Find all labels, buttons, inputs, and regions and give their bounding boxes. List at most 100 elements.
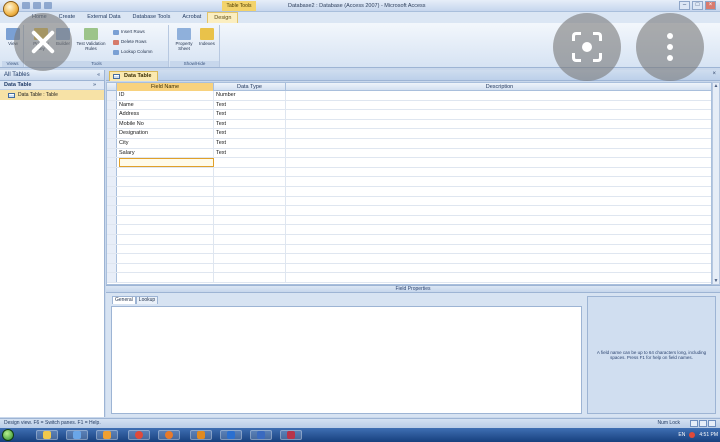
description-cell[interactable] xyxy=(286,187,711,196)
row-selector[interactable] xyxy=(107,110,117,119)
row-selector[interactable] xyxy=(107,215,117,225)
field-name-cell[interactable]: Salary xyxy=(119,148,214,158)
row-selector[interactable] xyxy=(107,177,117,186)
minimize-button[interactable]: – xyxy=(679,1,690,10)
select-all-corner[interactable] xyxy=(107,83,117,91)
table-row[interactable]: Salary Text xyxy=(107,148,711,159)
row-selector[interactable] xyxy=(107,263,117,273)
field-name-cell[interactable]: City xyxy=(119,138,214,148)
description-cell[interactable] xyxy=(286,91,711,100)
tab-data-table[interactable]: Data Table xyxy=(109,71,159,81)
data-type-cell[interactable]: Text xyxy=(214,129,286,138)
pivot-view-icon[interactable] xyxy=(699,420,707,427)
chevron-icon[interactable]: » xyxy=(93,81,96,90)
description-cell[interactable] xyxy=(286,206,711,215)
description-cell[interactable] xyxy=(286,254,711,263)
field-name-cell[interactable] xyxy=(119,196,214,206)
table-row[interactable] xyxy=(107,196,711,207)
table-row[interactable] xyxy=(107,215,711,226)
field-name-cell[interactable] xyxy=(119,273,214,282)
test-validation-rules-button[interactable]: Test Validation Rules xyxy=(73,28,109,51)
field-name-cell[interactable] xyxy=(119,263,214,273)
taskbar-firefox[interactable] xyxy=(158,430,180,440)
data-type-cell[interactable] xyxy=(214,215,286,225)
field-name-cell[interactable] xyxy=(119,167,214,177)
field-name-cell[interactable] xyxy=(119,225,214,234)
maximize-button[interactable]: □ xyxy=(692,1,703,10)
design-view-icon[interactable] xyxy=(708,420,716,427)
field-name-cell[interactable]: Mobile No xyxy=(119,119,214,129)
table-row[interactable] xyxy=(107,273,711,283)
redo-icon[interactable] xyxy=(44,2,52,9)
row-selector[interactable] xyxy=(107,100,117,110)
taskbar-explorer[interactable] xyxy=(36,430,58,440)
row-selector[interactable] xyxy=(107,244,117,254)
table-row[interactable]: Mobile No Text xyxy=(107,119,711,130)
data-type-cell[interactable] xyxy=(214,196,286,206)
taskbar-chrome[interactable] xyxy=(128,430,150,440)
table-row[interactable]: Address Text xyxy=(107,110,711,120)
table-row[interactable]: City Text xyxy=(107,138,711,149)
row-selector[interactable] xyxy=(107,225,117,234)
table-row[interactable] xyxy=(107,263,711,274)
overlay-close-button[interactable] xyxy=(14,13,72,71)
row-selector[interactable] xyxy=(107,138,117,148)
tab-design[interactable]: Design xyxy=(207,12,239,23)
taskbar-access[interactable] xyxy=(280,430,302,440)
scroll-up-icon[interactable]: ▲ xyxy=(713,83,719,89)
row-selector[interactable] xyxy=(107,91,117,100)
description-cell[interactable] xyxy=(286,139,711,148)
close-button[interactable]: × xyxy=(705,1,716,10)
description-cell[interactable] xyxy=(286,225,711,234)
tab-database-tools[interactable]: Database Tools xyxy=(127,12,177,23)
field-name-cell[interactable] xyxy=(119,158,214,167)
description-cell[interactable] xyxy=(286,149,711,158)
row-selector[interactable] xyxy=(107,186,117,196)
table-row[interactable] xyxy=(107,244,711,255)
data-type-cell[interactable]: Text xyxy=(214,119,286,129)
data-type-cell[interactable] xyxy=(214,158,286,167)
office-button[interactable] xyxy=(3,1,19,17)
data-type-cell[interactable] xyxy=(214,244,286,254)
description-cell[interactable] xyxy=(286,120,711,129)
row-selector[interactable] xyxy=(107,273,117,282)
table-row[interactable] xyxy=(107,234,711,245)
field-name-cell[interactable]: ID xyxy=(119,91,214,100)
field-name-cell[interactable] xyxy=(119,244,214,254)
overlay-more-button[interactable] xyxy=(636,13,704,81)
scroll-down-icon[interactable]: ▼ xyxy=(713,278,719,284)
description-cell[interactable] xyxy=(286,197,711,206)
undo-icon[interactable] xyxy=(33,2,41,9)
save-icon[interactable] xyxy=(22,2,30,9)
row-selector[interactable] xyxy=(107,206,117,215)
description-cell[interactable] xyxy=(286,129,711,138)
table-row[interactable] xyxy=(107,158,711,168)
data-type-cell[interactable]: Text xyxy=(214,138,286,148)
description-cell[interactable] xyxy=(286,273,711,282)
tab-general[interactable]: General xyxy=(112,296,136,304)
row-selector[interactable] xyxy=(107,196,117,206)
taskbar-media[interactable] xyxy=(96,430,118,440)
table-row[interactable] xyxy=(107,254,711,264)
data-type-cell[interactable] xyxy=(214,177,286,186)
taskbar-illustrator[interactable] xyxy=(190,430,212,440)
start-button[interactable] xyxy=(2,429,14,441)
table-row[interactable] xyxy=(107,206,711,216)
data-type-cell[interactable]: Text xyxy=(214,100,286,110)
field-name-cell[interactable] xyxy=(119,254,214,263)
data-type-cell[interactable]: Number xyxy=(214,91,286,100)
field-name-cell[interactable] xyxy=(119,215,214,225)
tab-lookup[interactable]: Lookup xyxy=(135,296,159,304)
nav-item-data-table[interactable]: Data Table : Table xyxy=(0,90,104,100)
clock[interactable]: 4:51 PM xyxy=(699,428,718,442)
data-type-cell[interactable] xyxy=(214,273,286,282)
field-name-cell[interactable]: Name xyxy=(119,100,214,110)
overlay-lens-button[interactable] xyxy=(553,13,621,81)
description-cell[interactable] xyxy=(286,177,711,186)
insert-rows-button[interactable]: Insert Rows xyxy=(113,28,145,36)
data-type-cell[interactable] xyxy=(214,186,286,196)
table-row[interactable] xyxy=(107,167,711,178)
taskbar-photoshop[interactable] xyxy=(220,430,242,440)
property-sheet-button[interactable]: Property Sheet xyxy=(172,28,196,51)
description-cell[interactable] xyxy=(286,216,711,225)
